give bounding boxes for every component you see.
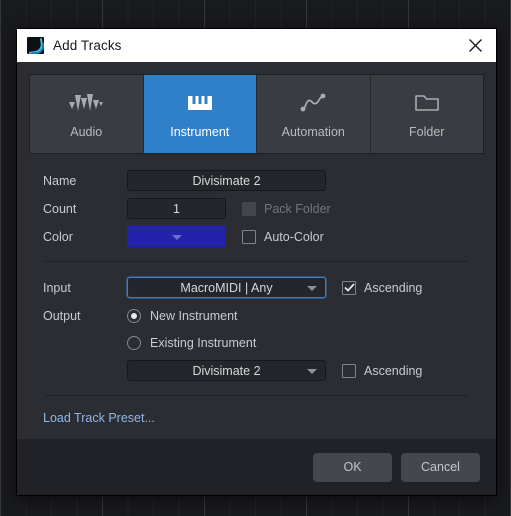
dialog-title-bar: Add Tracks [17, 29, 496, 62]
existing-instrument-dropdown[interactable]: Divisimate 2 [127, 360, 326, 381]
track-type-tab-bar: Audio Instrument Automation Folder [29, 74, 484, 154]
count-input[interactable]: 1 [127, 198, 226, 219]
dialog-footer: OK Cancel [17, 439, 496, 495]
chevron-down-icon [171, 234, 182, 240]
checkbox-box [242, 229, 256, 244]
output-ascending-label: Ascending [364, 363, 423, 378]
track-settings-form: Name Divisimate 2 Count 1 Pack Folder Co… [29, 154, 484, 439]
existing-instrument-value: Divisimate 2 [192, 363, 261, 378]
chevron-down-icon [307, 285, 317, 291]
checkbox-box [342, 280, 356, 295]
color-label: Color [43, 229, 73, 244]
load-track-preset-link[interactable]: Load Track Preset... [43, 411, 155, 425]
piano-keys-icon [186, 90, 214, 116]
auto-color-label: Auto-Color [264, 229, 324, 244]
color-swatch-dropdown[interactable] [127, 226, 226, 247]
input-label: Input [43, 280, 71, 295]
checkbox-box [242, 201, 256, 216]
count-row: Count 1 Pack Folder [43, 196, 470, 221]
tab-label: Folder [409, 124, 445, 139]
tab-instrument[interactable]: Instrument [143, 75, 257, 153]
tab-label: Instrument [170, 124, 230, 139]
close-icon[interactable] [462, 33, 488, 59]
dialog-body: Audio Instrument Automation Folder Name … [17, 62, 496, 439]
pack-folder-checkbox: Pack Folder [242, 201, 331, 216]
auto-color-checkbox[interactable]: Auto-Color [242, 229, 324, 244]
name-label: Name [43, 173, 77, 188]
tab-audio[interactable]: Audio [30, 75, 144, 153]
output-ascending-checkbox[interactable]: Ascending [342, 363, 423, 378]
automation-curve-icon [298, 90, 328, 116]
color-row: Color Auto-Color [43, 224, 470, 249]
add-tracks-dialog: Add Tracks Audio Instrument Automation F… [16, 28, 497, 496]
radio-label: Existing Instrument [150, 336, 257, 350]
name-input[interactable]: Divisimate 2 [127, 170, 326, 191]
pack-folder-label: Pack Folder [264, 201, 331, 216]
ok-button[interactable]: OK [313, 452, 392, 482]
folder-icon [413, 90, 441, 116]
name-row: Name Divisimate 2 [43, 168, 470, 193]
tab-label: Audio [70, 124, 103, 139]
tab-automation[interactable]: Automation [257, 75, 371, 153]
radio-button [127, 308, 141, 323]
cancel-button[interactable]: Cancel [401, 452, 480, 482]
waveform-icon [66, 90, 106, 116]
output-row: Output New Instrument [43, 303, 470, 328]
existing-instrument-row: Divisimate 2 Ascending [127, 358, 470, 383]
radio-label: New Instrument [150, 308, 238, 323]
tab-folder[interactable]: Folder [370, 75, 483, 153]
input-value: MacroMIDI | Any [180, 280, 273, 295]
tab-label: Automation [281, 124, 345, 139]
input-ascending-checkbox[interactable]: Ascending [342, 280, 423, 295]
section-divider-bottom [45, 395, 468, 396]
section-divider-top [45, 261, 468, 262]
waveform-app-icon [27, 37, 44, 54]
count-label: Count [43, 201, 77, 216]
chevron-down-icon [307, 368, 317, 374]
input-row: Input MacroMIDI | Any Ascending [43, 275, 470, 300]
radio-new-instrument[interactable]: New Instrument [127, 308, 238, 323]
input-ascending-label: Ascending [364, 280, 423, 295]
output-label: Output [43, 308, 81, 323]
radio-existing-instrument[interactable]: Existing Instrument [127, 331, 470, 355]
name-value: Divisimate 2 [192, 173, 261, 188]
dialog-title: Add Tracks [53, 38, 122, 53]
count-value: 1 [173, 201, 180, 216]
input-dropdown[interactable]: MacroMIDI | Any [127, 277, 326, 298]
radio-button [127, 336, 141, 350]
checkbox-box [342, 363, 356, 378]
